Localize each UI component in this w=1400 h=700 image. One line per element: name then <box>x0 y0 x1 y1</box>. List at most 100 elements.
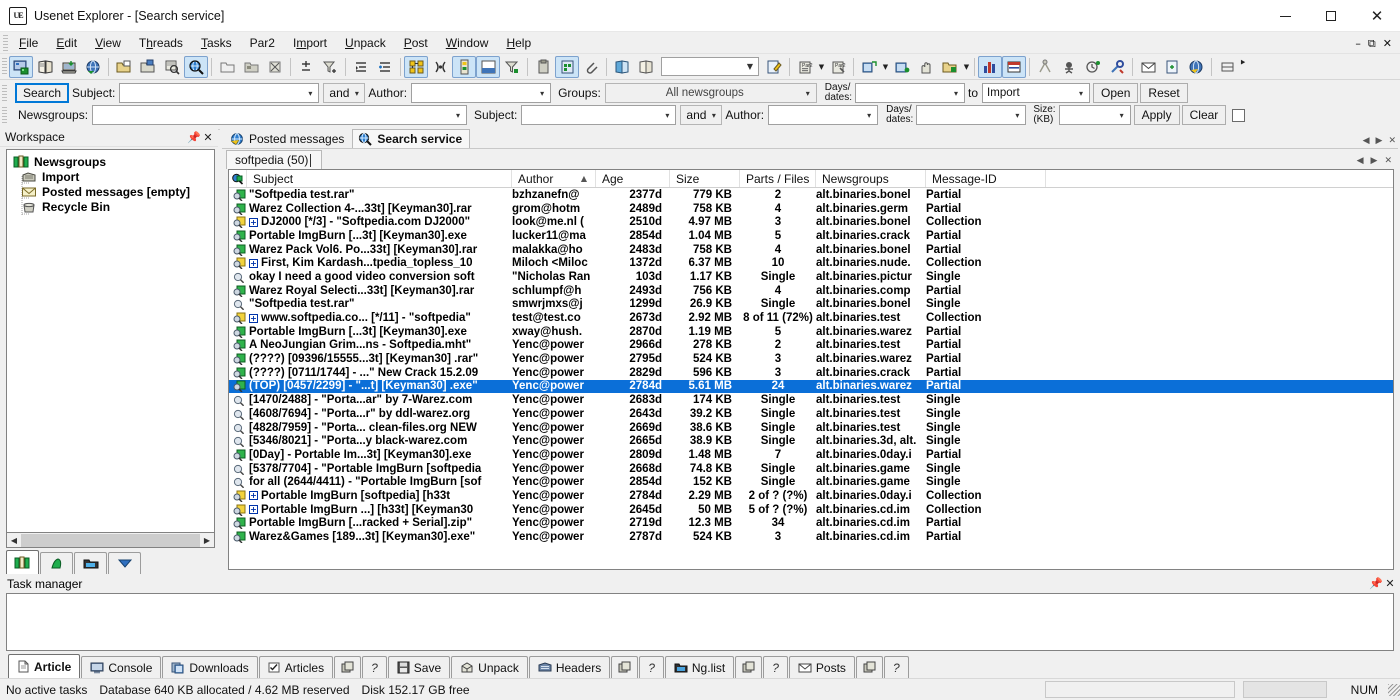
reset-button[interactable]: Reset <box>1140 83 1188 103</box>
table-row[interactable]: + Portable ImgBurn ...] [h33t] [Keyman30 Y… <box>229 503 1393 517</box>
days-input-1[interactable]: ▾ <box>855 83 966 103</box>
unpack-dropdown-icon[interactable]: ▼ <box>881 56 890 78</box>
tools-icon[interactable] <box>1105 56 1129 78</box>
table-row[interactable]: Portable ImgBurn [...3t] [Keyman30].exe x… <box>229 325 1393 339</box>
layout-icon[interactable] <box>1215 56 1239 78</box>
search-options-checkbox[interactable] <box>1232 108 1246 122</box>
menu-file[interactable]: File <box>10 33 47 53</box>
refresh-groups-icon[interactable] <box>81 56 105 78</box>
group-threads-icon[interactable] <box>428 56 452 78</box>
task-tab-unpack-7[interactable]: Unpack <box>451 656 528 678</box>
table-row[interactable]: Warez&Games [189...3t] [Keyman30].exe" Ye… <box>229 530 1393 544</box>
unpack-icon[interactable] <box>857 56 881 78</box>
table-row[interactable]: + www.softpedia.co... [*/11] - "softpedia… <box>229 311 1393 325</box>
grab-icon[interactable] <box>914 56 938 78</box>
operator-select-2[interactable]: and ▾ <box>680 105 723 125</box>
chevron-down-icon[interactable]: ▾ <box>302 84 318 102</box>
import-folder-icon[interactable] <box>239 56 263 78</box>
post-file-icon[interactable] <box>1160 56 1184 78</box>
task-manager-list[interactable] <box>6 593 1394 651</box>
save-articles-icon[interactable] <box>136 56 160 78</box>
unpack-all-icon[interactable] <box>890 56 914 78</box>
scroll-thumb[interactable] <box>21 533 200 547</box>
task-tab-save-6[interactable]: Save <box>387 656 451 678</box>
mdi-restore-button[interactable]: ⧉ <box>1368 38 1376 49</box>
task-tab-console-1[interactable]: Console <box>81 656 162 678</box>
download-headers-icon[interactable] <box>57 56 81 78</box>
chevron-down-icon[interactable]: ▾ <box>349 84 364 102</box>
chevron-down-icon[interactable]: ▾ <box>659 106 675 124</box>
collapse-all-icon[interactable] <box>349 56 373 78</box>
tree-node-recycle-bin[interactable]: Recycle Bin <box>7 199 214 214</box>
menu-window[interactable]: Window <box>437 33 498 53</box>
search-row-2-grip[interactable] <box>2 107 7 123</box>
mdi-minimize-button[interactable]: – <box>1355 38 1361 49</box>
mdi-tab-posted-messages[interactable]: Posted messages <box>224 129 352 148</box>
groups-select[interactable]: All newsgroups ▾ <box>604 83 817 103</box>
table-row[interactable]: Warez Pack Vol6. Po...33t] [Keyman30].ra… <box>229 243 1393 257</box>
table-row[interactable]: [5378/7704] - "Portable ImgBurn [softped… <box>229 462 1393 476</box>
days-input-2[interactable]: ▾ <box>916 105 1027 125</box>
import-select[interactable]: Import ▾ <box>982 83 1091 103</box>
operator-select-1[interactable]: and ▾ <box>323 83 366 103</box>
task-tab---16[interactable]: ? <box>883 656 909 678</box>
chevron-down-icon[interactable]: ▾ <box>1009 106 1025 124</box>
task-tab-posts-14[interactable]: Posts <box>788 656 855 678</box>
task-tab-ng-list-11[interactable]: Ng.list <box>664 656 735 678</box>
doc-next-icon[interactable]: ▶ <box>1371 156 1378 166</box>
open-folder-icon[interactable] <box>112 56 136 78</box>
tab-prev-icon[interactable]: ◀ <box>1363 136 1370 146</box>
chevron-down-icon[interactable]: ▾ <box>1073 84 1089 102</box>
close-icon[interactable]: ✕ <box>1383 576 1397 591</box>
table-row[interactable]: Warez Royal Selecti...33t] [Keyman30].ra… <box>229 284 1393 298</box>
chevron-down-icon[interactable]: ▾ <box>1114 106 1130 124</box>
newsgroup-list-icon[interactable] <box>33 56 57 78</box>
scroll-right-icon[interactable]: ▶ <box>200 534 214 547</box>
edit-note-icon[interactable] <box>762 56 786 78</box>
scroll-left-icon[interactable]: ◀ <box>7 534 21 547</box>
connect-server-icon[interactable] <box>9 55 33 78</box>
menu-import[interactable]: Import <box>284 33 336 53</box>
clipboard-icon[interactable] <box>531 56 555 78</box>
resize-grip-icon[interactable] <box>1388 683 1400 696</box>
statistics-icon[interactable] <box>978 55 1002 78</box>
size-input[interactable]: ▾ <box>1058 105 1131 125</box>
grid-header-msgid[interactable]: Message-ID <box>926 170 1046 187</box>
close-button[interactable]: ✕ <box>1354 0 1400 32</box>
task-tab-downloads-2[interactable]: Downloads <box>162 656 258 678</box>
tab-close-icon[interactable]: ✕ <box>1388 136 1396 146</box>
chevron-down-icon[interactable]: ▾ <box>861 106 877 124</box>
nzb-import-icon[interactable] <box>555 55 579 78</box>
task-tab-windows-9[interactable] <box>611 656 639 678</box>
tab-next-icon[interactable]: ▶ <box>1376 136 1383 146</box>
expand-plus-icon[interactable]: + <box>249 505 258 515</box>
unpack-dest-icon[interactable] <box>938 56 962 78</box>
expand-plus-icon[interactable]: + <box>249 217 258 227</box>
toolbar-overflow-icon[interactable]: ‣ <box>1239 55 1247 78</box>
mark-read-icon[interactable] <box>294 56 318 78</box>
table-row[interactable]: + DJ2000 [*/3] - "Softpedia.com DJ2000" lo… <box>229 215 1393 229</box>
task-tab-windows-15[interactable] <box>855 656 883 678</box>
table-row[interactable]: + Portable ImgBurn [softpedia] [h33t Yenc@… <box>229 489 1393 503</box>
new-folder-icon[interactable] <box>215 56 239 78</box>
grid-header-subject[interactable]: Subject <box>247 170 512 187</box>
table-row[interactable]: for all (2644/4411) - "Portable ImgBurn … <box>229 475 1393 489</box>
workspace-hscrollbar[interactable]: ◀ ▶ <box>6 533 215 548</box>
par2-repair-icon[interactable]: Par2 <box>826 56 850 78</box>
table-row[interactable]: (????) [0711/1744] - ..." New Crack 15.2… <box>229 366 1393 380</box>
doc-close-icon[interactable]: ✕ <box>1384 156 1392 166</box>
toolbar-combo[interactable]: ▼ <box>661 57 759 76</box>
newsgroups-input[interactable]: ▾ <box>92 105 468 125</box>
table-row[interactable]: [1470/2488] - "Porta...ar" by 7-Warez.co… <box>229 393 1393 407</box>
task-tab---10[interactable]: ? <box>639 656 664 678</box>
table-row[interactable]: A NeoJungian Grim...ns - Softpedia.mht" Y… <box>229 339 1393 353</box>
book-open-icon[interactable] <box>634 56 658 78</box>
show-preview-icon[interactable] <box>476 55 500 78</box>
table-row[interactable]: [0Day] - Portable Im...3t] [Keyman30].ex… <box>229 448 1393 462</box>
workspace-tab-search[interactable] <box>108 552 141 574</box>
table-row[interactable]: "Softpedia test.rar" bzhzanefn@ 2377d 779 K… <box>229 188 1393 202</box>
search-button[interactable]: Search <box>15 83 70 103</box>
show-parts-icon[interactable] <box>452 55 476 78</box>
attachment-icon[interactable] <box>579 56 603 78</box>
tree-node-newsgroups[interactable]: Newsgroups <box>7 154 214 169</box>
